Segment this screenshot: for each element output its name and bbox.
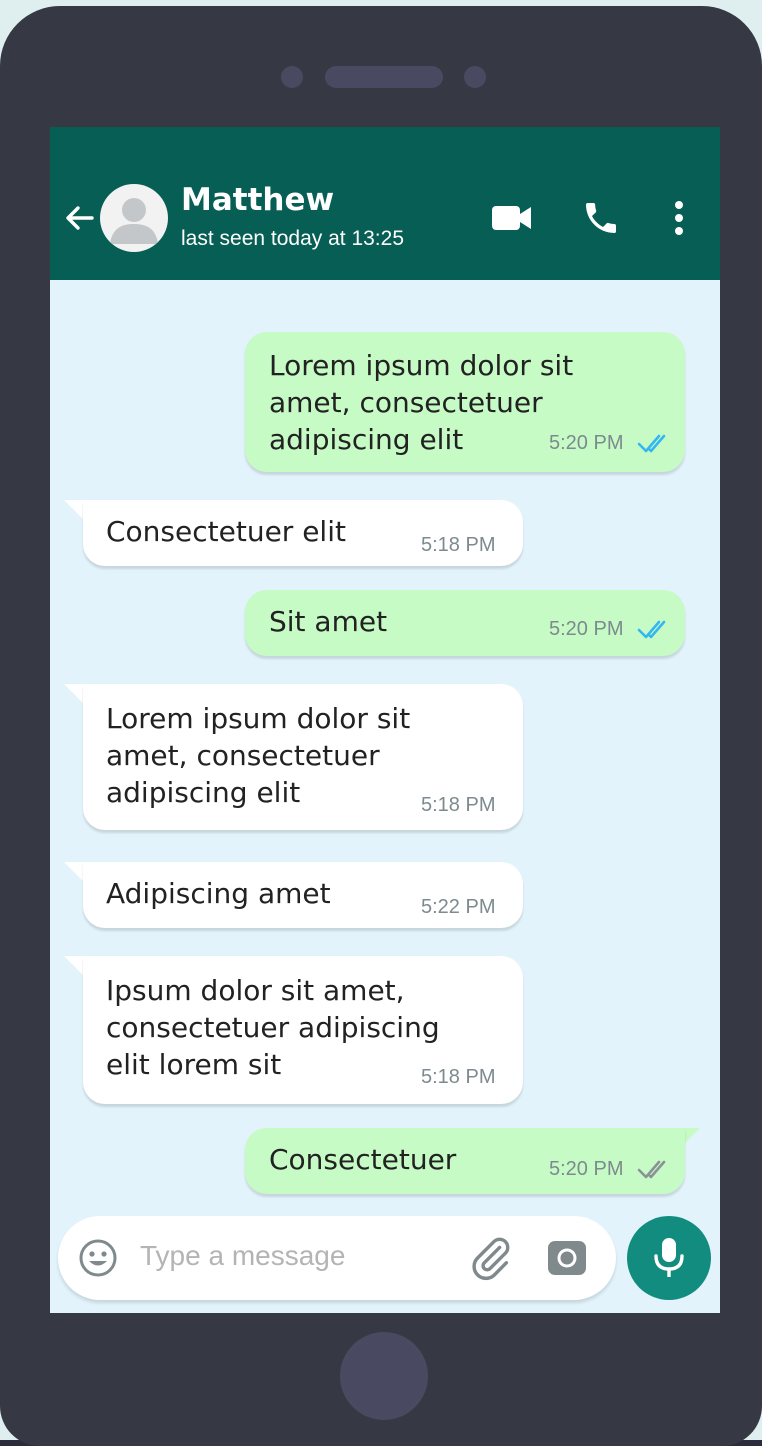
avatar[interactable] [100, 184, 168, 252]
message-text: Adipiscing amet [106, 877, 331, 910]
message-bubble-outgoing[interactable]: Consectetuer 5:20 PM [245, 1128, 685, 1194]
message-bubble-incoming[interactable]: Lorem ipsum dolor sit amet, consectetuer… [83, 684, 523, 830]
delivered-receipt-icon [637, 1160, 666, 1179]
last-seen-status: last seen today at 13:25 [181, 227, 404, 250]
message-time: 5:20 PM [549, 432, 624, 454]
video-call-icon[interactable] [490, 203, 534, 233]
emoji-icon[interactable] [78, 1238, 118, 1278]
message-bubble-outgoing[interactable]: Lorem ipsum dolor sit amet, consectetuer… [245, 332, 685, 472]
message-time: 5:18 PM [421, 1066, 496, 1088]
avatar-icon [110, 198, 158, 244]
message-bubble-incoming[interactable]: Ipsum dolor sit amet, consectetuer adipi… [83, 956, 523, 1104]
sensor-dot [464, 66, 486, 88]
message-time: 5:20 PM [549, 618, 624, 640]
message-text: Lorem ipsum dolor sit amet, consectetuer… [106, 702, 411, 809]
microphone-icon [654, 1238, 684, 1277]
message-text: Ipsum dolor sit amet, consectetuer adipi… [106, 974, 440, 1081]
more-options-icon[interactable] [669, 199, 689, 237]
message-time: 5:18 PM [421, 794, 496, 816]
message-text: Sit amet [269, 605, 388, 638]
read-receipt-icon [637, 620, 666, 639]
chat-header: Matthew last seen today at 13:25 [50, 127, 720, 280]
message-time: 5:20 PM [549, 1158, 624, 1180]
phone-call-icon[interactable] [581, 198, 621, 238]
chat-screen: Matthew last seen today at 13:25 Lorem i… [50, 127, 720, 1313]
message-text: Consectetuer elit [106, 515, 346, 548]
message-time: 5:22 PM [421, 896, 496, 918]
earpiece-speaker [325, 66, 443, 88]
front-camera-dot [281, 66, 303, 88]
message-bubble-outgoing[interactable]: Sit amet 5:20 PM [245, 590, 685, 656]
message-input-bar[interactable]: Type a message [58, 1216, 616, 1300]
message-text: Consectetuer [269, 1143, 457, 1176]
message-bubble-incoming[interactable]: Consectetuer elit 5:18 PM [83, 500, 523, 566]
message-time: 5:18 PM [421, 534, 496, 556]
back-arrow-icon[interactable] [62, 201, 96, 235]
contact-name[interactable]: Matthew [181, 182, 334, 218]
read-receipt-icon [637, 434, 666, 453]
message-text: Lorem ipsum dolor sit amet, consectetuer… [269, 349, 574, 456]
message-bubble-incoming[interactable]: Adipiscing amet 5:22 PM [83, 862, 523, 928]
microphone-button[interactable] [627, 1216, 711, 1300]
home-button[interactable] [340, 1332, 428, 1420]
camera-icon[interactable] [546, 1237, 588, 1277]
message-input[interactable]: Type a message [140, 1240, 345, 1272]
attach-icon[interactable] [468, 1235, 514, 1281]
